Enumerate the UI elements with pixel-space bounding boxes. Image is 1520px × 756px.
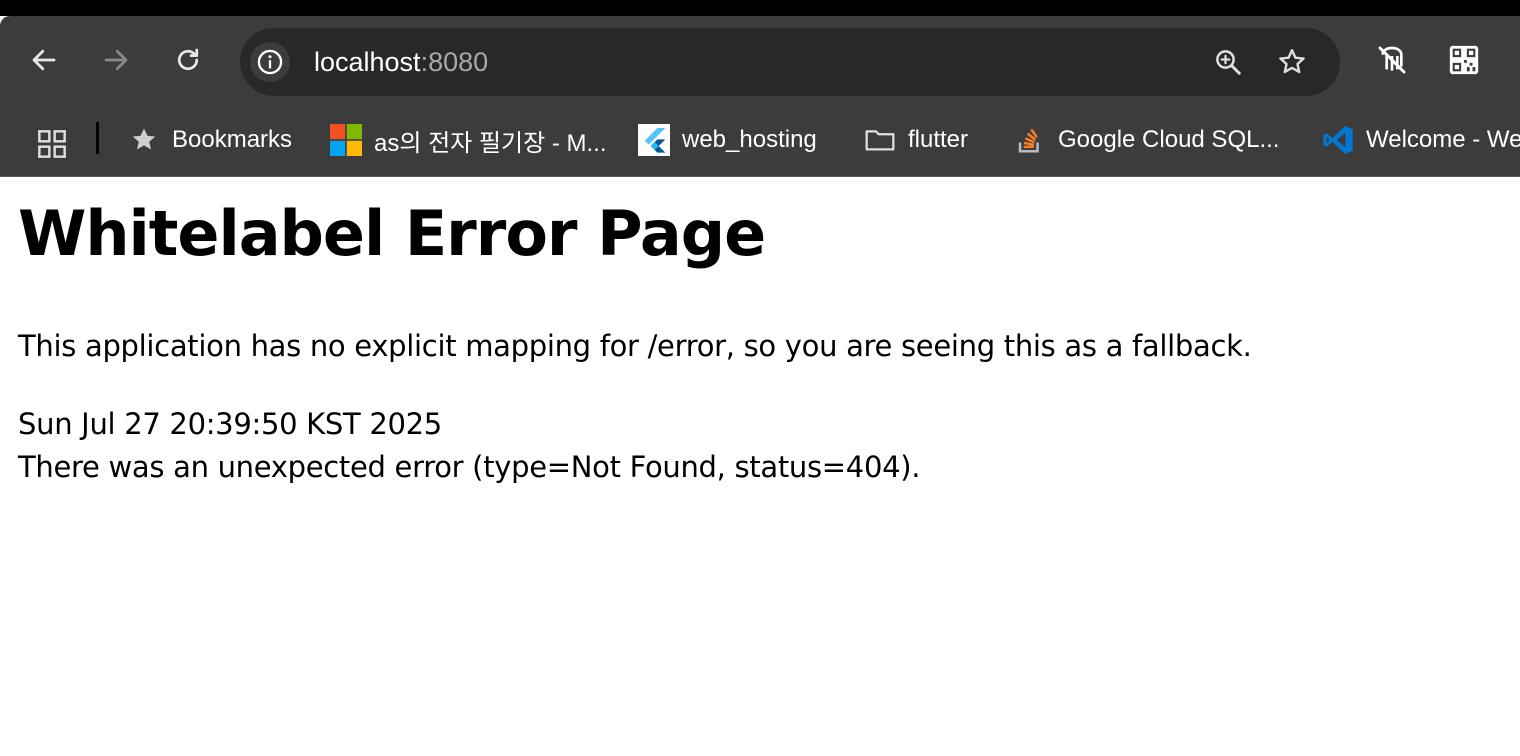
extension-button-1[interactable] <box>1372 40 1412 80</box>
bookmark-item-web-hosting[interactable]: web_hosting <box>638 120 817 160</box>
error-timestamp: Sun Jul 27 20:39:50 KST 2025 <box>18 407 442 441</box>
arrow-right-icon <box>104 49 128 71</box>
bookmark-label: as의 전자 필기장 - M... <box>374 129 607 157</box>
error-detail: There was an unexpected error (type=Not … <box>18 450 921 484</box>
star-outline-icon <box>1279 49 1305 74</box>
info-icon <box>257 49 283 75</box>
bookmark-item-onenote[interactable]: as의 전자 필기장 - M... <box>330 120 607 160</box>
zoom-button[interactable] <box>1208 42 1248 82</box>
extension-button-2[interactable] <box>1444 40 1484 80</box>
page-title: Whitelabel Error Page <box>18 197 766 270</box>
window-top-strip <box>0 0 1520 16</box>
bookmark-label: Google Cloud SQL... <box>1058 126 1280 153</box>
bookmarks-folder-label: Bookmarks <box>172 126 293 153</box>
zoom-in-icon <box>1216 50 1241 75</box>
reload-button[interactable] <box>168 40 208 80</box>
bookmarks-folder-button[interactable]: Bookmarks <box>128 120 292 160</box>
bookmark-label: web_hosting <box>682 126 817 153</box>
forward-button[interactable] <box>96 40 136 80</box>
browser-chrome: localhost:8080 Bookmarks as의 전자 필기장 - M.… <box>0 16 1520 177</box>
bookmark-item-welcome[interactable]: Welcome - We <box>1322 120 1520 160</box>
url-text[interactable]: localhost:8080 <box>314 46 488 78</box>
bookmark-folder-flutter[interactable]: flutter <box>864 120 968 160</box>
apps-grid-icon <box>38 130 66 158</box>
arrow-left-icon <box>32 49 56 71</box>
vscode-icon <box>1322 124 1354 156</box>
bookmark-item-cloud-sql[interactable]: Google Cloud SQL... <box>1014 120 1279 160</box>
url-host: localhost <box>314 47 421 77</box>
stackoverflow-icon <box>1014 124 1046 156</box>
folder-icon <box>864 124 896 156</box>
flutter-icon <box>638 124 670 156</box>
reload-icon <box>177 48 199 71</box>
error-message: This application has no explicit mapping… <box>18 329 1252 363</box>
url-port: :8080 <box>420 47 489 77</box>
site-info-button[interactable] <box>250 42 290 82</box>
microsoft-icon <box>330 124 362 156</box>
apps-button[interactable] <box>34 126 70 162</box>
bookmark-star-button[interactable] <box>1272 42 1312 82</box>
bookmarks-bar: Bookmarks as의 전자 필기장 - M... web_hosting … <box>0 108 1520 177</box>
bookmark-label: Welcome - We <box>1366 126 1520 153</box>
address-bar[interactable]: localhost:8080 <box>240 28 1340 96</box>
back-button[interactable] <box>24 40 64 80</box>
browser-toolbar: localhost:8080 <box>0 16 1520 108</box>
bookmarks-separator <box>96 122 99 154</box>
qr-code-icon <box>1449 45 1479 75</box>
extension-crossed-icon <box>1378 46 1406 74</box>
star-filled-icon <box>128 124 160 156</box>
bookmark-label: flutter <box>908 126 969 153</box>
